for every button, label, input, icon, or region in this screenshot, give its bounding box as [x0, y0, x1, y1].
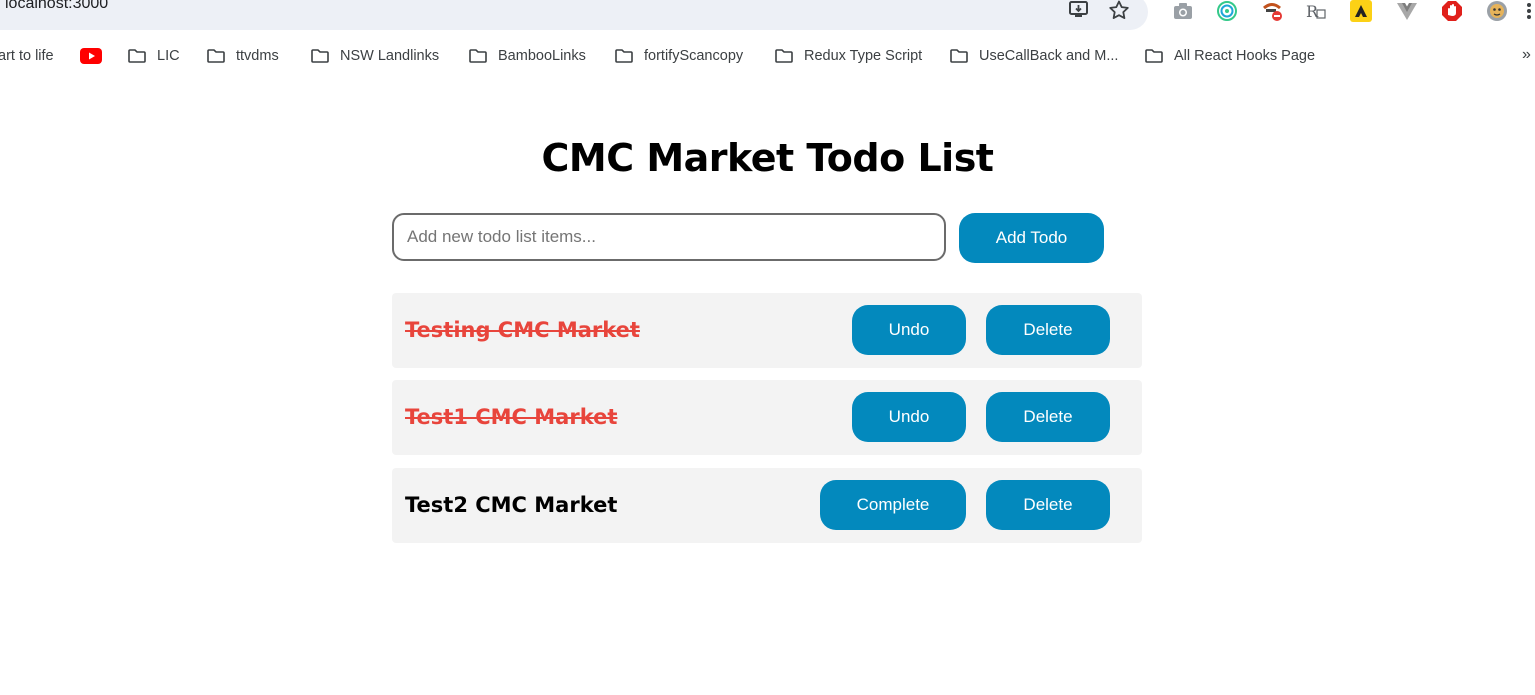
delete-button[interactable]: Delete [986, 305, 1110, 355]
add-todo-button[interactable]: Add Todo [959, 213, 1104, 263]
folder-icon [469, 49, 487, 63]
bookmark-folder-fortifyscancopy[interactable]: fortifyScancopy [615, 46, 743, 66]
todo-text: Test2 CMC Market [405, 493, 618, 517]
adblock-icon[interactable] [1441, 0, 1463, 22]
folder-icon [128, 49, 146, 63]
bookmark-label: NSW Landlinks [340, 48, 440, 64]
bookmark-folder-bamboolinks[interactable]: BambooLinks [469, 46, 586, 66]
todo-item: Test1 CMC Market Undo Delete [392, 380, 1142, 455]
bookmark-label: LIC [157, 48, 180, 64]
camera-extension-icon[interactable] [1172, 0, 1194, 22]
bookmark-label: art to life [0, 48, 54, 64]
bookmark-folder-ttvdms[interactable]: ttvdms [207, 46, 279, 66]
more-bookmarks-chevron-icon[interactable]: » [1522, 46, 1531, 64]
bookmark-star-icon[interactable] [1108, 0, 1130, 20]
folder-icon [1145, 49, 1163, 63]
todo-text: Test1 CMC Market [405, 405, 618, 429]
regex-extension-icon[interactable]: R [1305, 0, 1327, 22]
todo-item: Test2 CMC Market Complete Delete [392, 468, 1142, 543]
target-extension-icon[interactable] [1216, 0, 1238, 22]
todo-item: Testing CMC Market Undo Delete [392, 293, 1142, 368]
yellow-extension-icon[interactable] [1350, 0, 1372, 22]
delete-button[interactable]: Delete [986, 392, 1110, 442]
bookmark-art-to-life[interactable]: art to life [0, 46, 54, 66]
bookmark-folder-redux-type-script[interactable]: Redux Type Script [775, 46, 922, 66]
bookmark-folder-all-react-hooks[interactable]: All React Hooks Page [1145, 46, 1315, 66]
bookmark-folder-lic[interactable]: LIC [128, 46, 180, 66]
folder-icon [311, 49, 329, 63]
undo-button[interactable]: Undo [852, 392, 966, 442]
profile-extension-icon[interactable] [1486, 0, 1508, 22]
delete-button[interactable]: Delete [986, 480, 1110, 530]
folder-icon [207, 49, 225, 63]
folder-icon [615, 49, 633, 63]
complete-button[interactable]: Complete [820, 480, 966, 530]
page-title: CMC Market Todo List [541, 136, 994, 180]
bookmark-label: All React Hooks Page [1174, 48, 1316, 64]
bookmark-label: BambooLinks [498, 48, 586, 64]
bookmark-label: UseCallBack and M... [979, 48, 1119, 64]
browser-menu-icon[interactable] [1524, 0, 1534, 22]
bookmark-folder-usecallback[interactable]: UseCallBack and M... [950, 46, 1118, 66]
undo-button[interactable]: Undo [852, 305, 966, 355]
bookmark-folder-nsw-landlinks[interactable]: NSW Landlinks [311, 46, 439, 66]
browser-toolbar: localhost:3000 R [0, 0, 1535, 34]
bookmark-label: ttvdms [236, 48, 279, 64]
bookmark-label: Redux Type Script [804, 48, 923, 64]
blocked-extension-icon[interactable] [1261, 0, 1283, 22]
todo-text: Testing CMC Market [405, 318, 640, 342]
address-bar-url[interactable]: localhost:3000 [5, 0, 108, 14]
vue-devtools-icon[interactable] [1396, 0, 1418, 22]
bookmarks-bar: art to life LIC ttvdms NSW Landlinks Bam… [0, 36, 1535, 74]
folder-icon [950, 49, 968, 63]
new-todo-input[interactable] [392, 213, 946, 261]
bookmark-youtube[interactable] [80, 46, 102, 66]
install-app-icon[interactable] [1068, 0, 1090, 20]
address-bar[interactable]: localhost:3000 [0, 0, 1148, 30]
folder-icon [775, 49, 793, 63]
bookmark-label: fortifyScancopy [644, 48, 744, 64]
youtube-icon [80, 48, 102, 64]
